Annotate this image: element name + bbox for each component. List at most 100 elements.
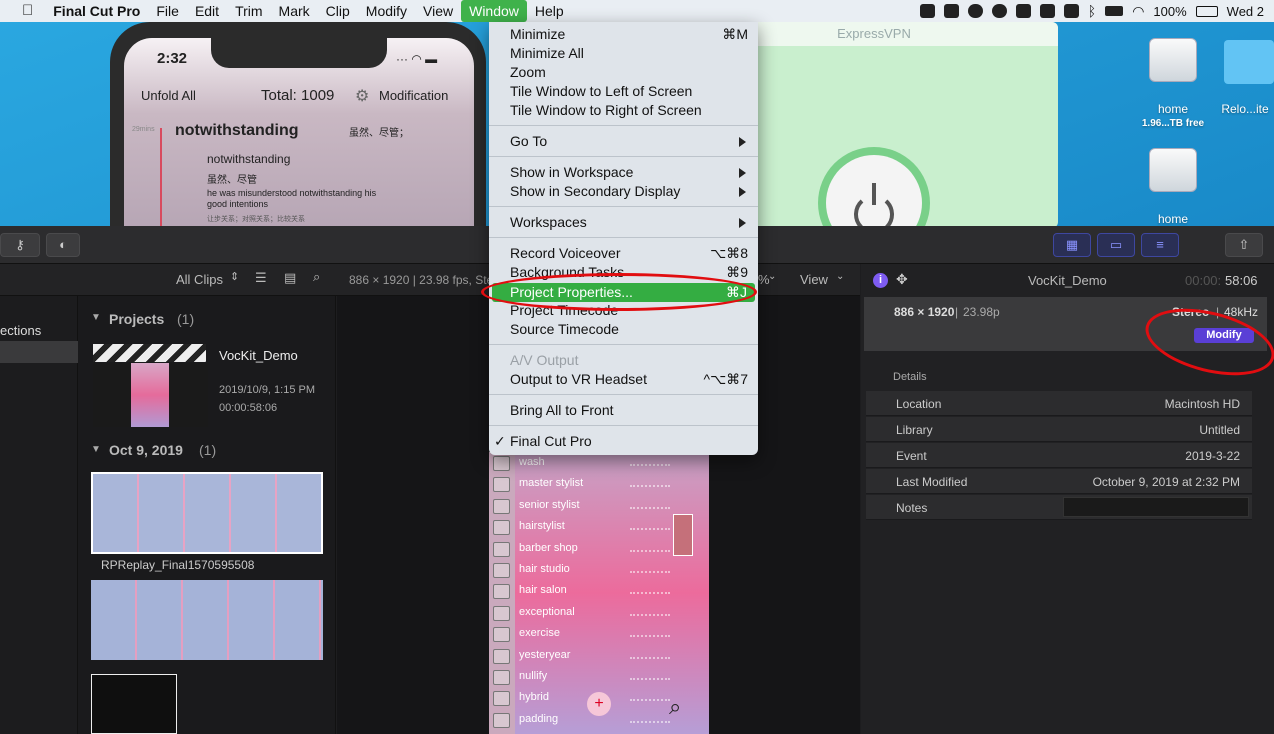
key-icon[interactable]: ⚷ bbox=[0, 233, 40, 257]
detail-value[interactable]: 2019-3-22 bbox=[1185, 449, 1240, 463]
menu-edit[interactable]: Edit bbox=[187, 0, 227, 22]
s-icon[interactable] bbox=[1063, 4, 1079, 18]
menu-item-source-timecode[interactable]: Source Timecode bbox=[510, 320, 619, 339]
example-sentence-cont: good intentions bbox=[207, 199, 269, 209]
zoom-chevron-icon[interactable]: ⌄ bbox=[768, 271, 776, 282]
menu-item-minimize[interactable]: Minimize bbox=[510, 25, 565, 44]
battery-icon[interactable] bbox=[1195, 5, 1218, 17]
timeline-layout-button[interactable]: ▭ bbox=[1097, 233, 1135, 257]
filmstrip-icon[interactable]: ▤ bbox=[284, 270, 296, 286]
clock[interactable]: Wed 2 bbox=[1227, 4, 1264, 19]
menu-item-final-cut-pro[interactable]: Final Cut Pro bbox=[510, 432, 592, 451]
menu-help[interactable]: Help bbox=[527, 0, 572, 22]
contrast-icon[interactable]: ◐ bbox=[46, 233, 80, 257]
sidebar-selection[interactable] bbox=[0, 341, 78, 363]
menu-item-workspaces[interactable]: Workspaces bbox=[510, 213, 587, 232]
project-date: 2019/10/9, 1:15 PM bbox=[219, 384, 316, 396]
notes-field[interactable] bbox=[1063, 497, 1249, 517]
vpn-power-button[interactable] bbox=[826, 155, 922, 228]
hat-icon[interactable] bbox=[991, 4, 1007, 18]
shortcut-vr-headset: ^⌥⌘7 bbox=[703, 371, 749, 387]
menu-item-minimize-all[interactable]: Minimize All bbox=[510, 44, 584, 63]
home-drive-free-space: 1.96...TB free bbox=[1141, 118, 1205, 129]
apple-icon[interactable]:  bbox=[0, 0, 45, 22]
bluetooth-icon[interactable]: ᛒ bbox=[1088, 3, 1096, 19]
projects-disclosure-icon[interactable]: ▼ bbox=[91, 312, 101, 323]
video-row-translation bbox=[630, 629, 670, 638]
project-name[interactable]: VocKit_Demo bbox=[219, 348, 298, 363]
view-chevron-icon[interactable]: ⌄ bbox=[836, 271, 844, 282]
menu-window[interactable]: Window bbox=[461, 0, 527, 22]
event-disclosure-icon[interactable]: ▼ bbox=[91, 444, 101, 455]
menu-item-zoom[interactable]: Zoom bbox=[510, 63, 546, 82]
clip-name[interactable]: RPReplay_Final1570595508 bbox=[101, 558, 254, 572]
search-icon[interactable]: ⌕ bbox=[313, 269, 320, 285]
unfold-all-button[interactable]: Unfold All bbox=[141, 88, 196, 103]
video-list-row: hair studio bbox=[489, 561, 709, 581]
video-list-row: yesteryear bbox=[489, 647, 709, 667]
wifi-icon[interactable]: ◠ bbox=[1132, 3, 1144, 20]
projects-header: Projects bbox=[109, 311, 165, 327]
menu-modify[interactable]: Modify bbox=[358, 0, 415, 22]
share-icon[interactable]: ⇧ bbox=[1225, 233, 1263, 257]
clip-filmstrip[interactable] bbox=[91, 472, 323, 554]
status-icon[interactable] bbox=[919, 4, 935, 18]
menu-view[interactable]: View bbox=[415, 0, 461, 22]
video-row-translation bbox=[630, 672, 670, 680]
clip-filmstrip-2[interactable] bbox=[91, 580, 323, 660]
menu-clip[interactable]: Clip bbox=[318, 0, 358, 22]
list-view-icon[interactable]: ☰ bbox=[255, 270, 267, 286]
menu-item-bring-all-to-front[interactable]: Bring All to Front bbox=[510, 401, 614, 420]
sub-translation: 虽然、尽管 bbox=[207, 175, 257, 186]
home-drive-icon[interactable] bbox=[1143, 32, 1203, 86]
menu-trim[interactable]: Trim bbox=[227, 0, 270, 22]
sidebar-item-collections[interactable]: ections bbox=[0, 323, 41, 338]
browser-layout-button[interactable]: ▦ bbox=[1053, 233, 1091, 257]
menu-item-record-voiceover[interactable]: Record Voiceover bbox=[510, 244, 621, 263]
menu-item-vr-headset[interactable]: Output to VR Headset bbox=[510, 370, 647, 389]
video-list-row: hair salon bbox=[489, 582, 709, 602]
video-list-row: wash bbox=[489, 454, 709, 474]
menu-file[interactable]: File bbox=[148, 0, 187, 22]
input-method-icon[interactable] bbox=[1039, 4, 1055, 18]
video-row-word: hair salon bbox=[519, 584, 567, 597]
detail-value[interactable]: Untitled bbox=[1199, 423, 1240, 437]
menu-item-tile-left[interactable]: Tile Window to Left of Screen bbox=[510, 82, 692, 101]
video-row-translation bbox=[630, 479, 670, 488]
clipboard-icon[interactable] bbox=[943, 4, 959, 18]
folder-icon[interactable] bbox=[1224, 40, 1274, 84]
status-area: ᛒ ◠ 100% Wed 2 bbox=[919, 0, 1264, 22]
clip-thumbnail-3[interactable] bbox=[91, 674, 177, 734]
battery-menu-icon[interactable] bbox=[1105, 6, 1124, 16]
cloud-icon[interactable] bbox=[967, 4, 983, 18]
detail-value[interactable]: Macintosh HD bbox=[1165, 397, 1240, 411]
event-count: (1) bbox=[199, 442, 217, 458]
transform-icon[interactable]: ✥ bbox=[896, 271, 908, 288]
video-row-word: wash bbox=[519, 456, 545, 468]
phone-status-icons: ··· ◠ ▬ bbox=[396, 52, 438, 66]
menu-item-go-to[interactable]: Go To bbox=[510, 132, 547, 151]
view-menu[interactable]: View bbox=[800, 272, 828, 287]
all-clips-filter[interactable]: All Clips bbox=[176, 272, 223, 287]
display-icon[interactable] bbox=[1015, 4, 1031, 18]
menu-item-show-in-workspace[interactable]: Show in Workspace bbox=[510, 163, 633, 182]
home-drive-2-icon[interactable] bbox=[1143, 142, 1203, 196]
project-thumbnail[interactable] bbox=[93, 363, 208, 427]
annotation-ellipse-menu bbox=[481, 273, 757, 311]
app-menu[interactable]: Final Cut Pro bbox=[45, 0, 148, 22]
video-row-word: exceptional bbox=[519, 605, 575, 618]
video-scrollbar bbox=[673, 514, 693, 556]
menu-item-show-secondary-display[interactable]: Show in Secondary Display bbox=[510, 182, 680, 201]
gear-icon[interactable]: ⚙ bbox=[355, 86, 369, 106]
video-row-translation bbox=[630, 544, 670, 552]
info-icon[interactable]: i bbox=[873, 273, 888, 288]
menu-item-tile-right[interactable]: Tile Window to Right of Screen bbox=[510, 101, 702, 120]
video-list-row: master stylist bbox=[489, 475, 709, 495]
detail-row-library: Library Untitled bbox=[866, 417, 1252, 442]
menu-mark[interactable]: Mark bbox=[271, 0, 318, 22]
inspector-layout-button[interactable]: ≡ bbox=[1141, 233, 1179, 257]
video-row-word: barber shop bbox=[519, 541, 578, 554]
modification-button[interactable]: Modification bbox=[379, 88, 448, 103]
video-row-translation bbox=[630, 651, 670, 659]
example-sentence: he was misunderstood notwithstanding his bbox=[207, 188, 377, 198]
